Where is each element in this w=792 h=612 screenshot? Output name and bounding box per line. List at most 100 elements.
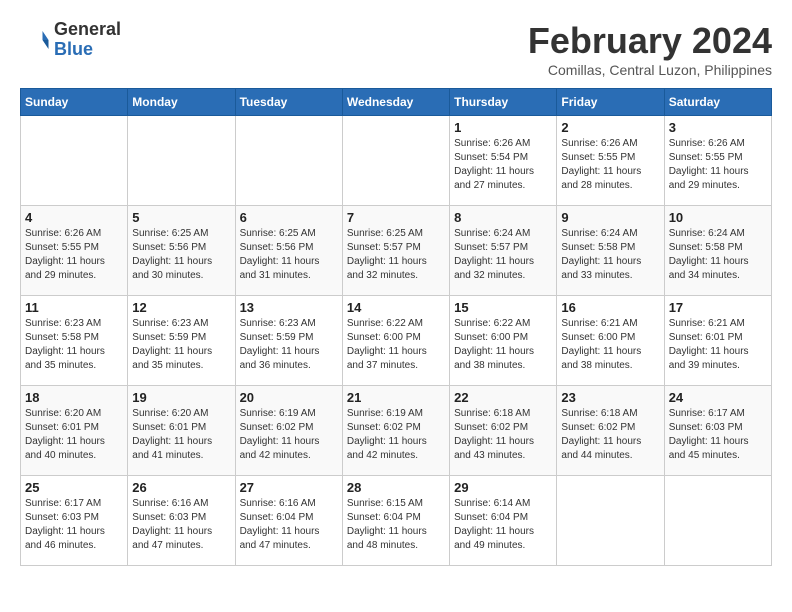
week-row-2: 4 Sunrise: 6:26 AMSunset: 5:55 PMDayligh… bbox=[21, 206, 772, 296]
logo-line2: Blue bbox=[54, 40, 121, 60]
day-detail: Sunrise: 6:22 AMSunset: 6:00 PMDaylight:… bbox=[454, 317, 552, 373]
day-number: 7 bbox=[347, 210, 445, 225]
day-number: 24 bbox=[669, 390, 767, 405]
day-number: 20 bbox=[240, 390, 338, 405]
day-detail: Sunrise: 6:24 AMSunset: 5:57 PMDaylight:… bbox=[454, 227, 552, 283]
calendar-cell: 8 Sunrise: 6:24 AMSunset: 5:57 PMDayligh… bbox=[450, 206, 557, 296]
calendar-cell: 27 Sunrise: 6:16 AMSunset: 6:04 PMDaylig… bbox=[235, 476, 342, 566]
day-detail: Sunrise: 6:23 AMSunset: 5:59 PMDaylight:… bbox=[132, 317, 230, 373]
calendar-cell: 1 Sunrise: 6:26 AMSunset: 5:54 PMDayligh… bbox=[450, 116, 557, 206]
calendar-cell bbox=[235, 116, 342, 206]
day-number: 11 bbox=[25, 300, 123, 315]
col-header-saturday: Saturday bbox=[664, 89, 771, 116]
day-detail: Sunrise: 6:19 AMSunset: 6:02 PMDaylight:… bbox=[347, 407, 445, 463]
page-header: General Blue February 2024 Comillas, Cen… bbox=[20, 20, 772, 78]
day-detail: Sunrise: 6:26 AMSunset: 5:55 PMDaylight:… bbox=[561, 137, 659, 193]
logo-line1: General bbox=[54, 20, 121, 40]
day-number: 23 bbox=[561, 390, 659, 405]
day-number: 1 bbox=[454, 120, 552, 135]
col-header-tuesday: Tuesday bbox=[235, 89, 342, 116]
calendar-table: SundayMondayTuesdayWednesdayThursdayFrid… bbox=[20, 88, 772, 566]
calendar-cell: 21 Sunrise: 6:19 AMSunset: 6:02 PMDaylig… bbox=[342, 386, 449, 476]
calendar-body: 1 Sunrise: 6:26 AMSunset: 5:54 PMDayligh… bbox=[21, 116, 772, 566]
logo-icon bbox=[20, 25, 50, 55]
calendar-cell: 11 Sunrise: 6:23 AMSunset: 5:58 PMDaylig… bbox=[21, 296, 128, 386]
day-number: 8 bbox=[454, 210, 552, 225]
day-number: 9 bbox=[561, 210, 659, 225]
col-header-monday: Monday bbox=[128, 89, 235, 116]
day-number: 16 bbox=[561, 300, 659, 315]
day-detail: Sunrise: 6:21 AMSunset: 6:01 PMDaylight:… bbox=[669, 317, 767, 373]
day-number: 2 bbox=[561, 120, 659, 135]
day-detail: Sunrise: 6:20 AMSunset: 6:01 PMDaylight:… bbox=[25, 407, 123, 463]
day-detail: Sunrise: 6:25 AMSunset: 5:57 PMDaylight:… bbox=[347, 227, 445, 283]
calendar-cell: 16 Sunrise: 6:21 AMSunset: 6:00 PMDaylig… bbox=[557, 296, 664, 386]
location-subtitle: Comillas, Central Luzon, Philippines bbox=[528, 62, 772, 78]
calendar-cell: 7 Sunrise: 6:25 AMSunset: 5:57 PMDayligh… bbox=[342, 206, 449, 296]
calendar-cell: 12 Sunrise: 6:23 AMSunset: 5:59 PMDaylig… bbox=[128, 296, 235, 386]
calendar-cell: 9 Sunrise: 6:24 AMSunset: 5:58 PMDayligh… bbox=[557, 206, 664, 296]
day-number: 28 bbox=[347, 480, 445, 495]
day-detail: Sunrise: 6:14 AMSunset: 6:04 PMDaylight:… bbox=[454, 497, 552, 553]
week-row-5: 25 Sunrise: 6:17 AMSunset: 6:03 PMDaylig… bbox=[21, 476, 772, 566]
day-number: 4 bbox=[25, 210, 123, 225]
calendar-cell bbox=[342, 116, 449, 206]
col-header-wednesday: Wednesday bbox=[342, 89, 449, 116]
col-header-sunday: Sunday bbox=[21, 89, 128, 116]
calendar-cell: 3 Sunrise: 6:26 AMSunset: 5:55 PMDayligh… bbox=[664, 116, 771, 206]
day-detail: Sunrise: 6:26 AMSunset: 5:54 PMDaylight:… bbox=[454, 137, 552, 193]
day-number: 12 bbox=[132, 300, 230, 315]
calendar-cell: 26 Sunrise: 6:16 AMSunset: 6:03 PMDaylig… bbox=[128, 476, 235, 566]
day-number: 19 bbox=[132, 390, 230, 405]
day-detail: Sunrise: 6:19 AMSunset: 6:02 PMDaylight:… bbox=[240, 407, 338, 463]
week-row-4: 18 Sunrise: 6:20 AMSunset: 6:01 PMDaylig… bbox=[21, 386, 772, 476]
day-number: 21 bbox=[347, 390, 445, 405]
calendar-cell bbox=[557, 476, 664, 566]
day-number: 25 bbox=[25, 480, 123, 495]
calendar-cell: 23 Sunrise: 6:18 AMSunset: 6:02 PMDaylig… bbox=[557, 386, 664, 476]
day-number: 6 bbox=[240, 210, 338, 225]
calendar-cell: 2 Sunrise: 6:26 AMSunset: 5:55 PMDayligh… bbox=[557, 116, 664, 206]
day-detail: Sunrise: 6:25 AMSunset: 5:56 PMDaylight:… bbox=[132, 227, 230, 283]
day-detail: Sunrise: 6:16 AMSunset: 6:04 PMDaylight:… bbox=[240, 497, 338, 553]
calendar-cell: 17 Sunrise: 6:21 AMSunset: 6:01 PMDaylig… bbox=[664, 296, 771, 386]
day-detail: Sunrise: 6:23 AMSunset: 5:59 PMDaylight:… bbox=[240, 317, 338, 373]
day-detail: Sunrise: 6:15 AMSunset: 6:04 PMDaylight:… bbox=[347, 497, 445, 553]
calendar-cell bbox=[664, 476, 771, 566]
calendar-cell: 20 Sunrise: 6:19 AMSunset: 6:02 PMDaylig… bbox=[235, 386, 342, 476]
day-number: 10 bbox=[669, 210, 767, 225]
calendar-cell: 5 Sunrise: 6:25 AMSunset: 5:56 PMDayligh… bbox=[128, 206, 235, 296]
day-detail: Sunrise: 6:25 AMSunset: 5:56 PMDaylight:… bbox=[240, 227, 338, 283]
day-number: 13 bbox=[240, 300, 338, 315]
day-detail: Sunrise: 6:18 AMSunset: 6:02 PMDaylight:… bbox=[561, 407, 659, 463]
day-detail: Sunrise: 6:24 AMSunset: 5:58 PMDaylight:… bbox=[561, 227, 659, 283]
calendar-cell: 18 Sunrise: 6:20 AMSunset: 6:01 PMDaylig… bbox=[21, 386, 128, 476]
day-detail: Sunrise: 6:16 AMSunset: 6:03 PMDaylight:… bbox=[132, 497, 230, 553]
day-detail: Sunrise: 6:18 AMSunset: 6:02 PMDaylight:… bbox=[454, 407, 552, 463]
day-number: 27 bbox=[240, 480, 338, 495]
day-detail: Sunrise: 6:22 AMSunset: 6:00 PMDaylight:… bbox=[347, 317, 445, 373]
day-detail: Sunrise: 6:26 AMSunset: 5:55 PMDaylight:… bbox=[25, 227, 123, 283]
calendar-cell bbox=[21, 116, 128, 206]
calendar-cell: 28 Sunrise: 6:15 AMSunset: 6:04 PMDaylig… bbox=[342, 476, 449, 566]
day-number: 22 bbox=[454, 390, 552, 405]
calendar-cell: 6 Sunrise: 6:25 AMSunset: 5:56 PMDayligh… bbox=[235, 206, 342, 296]
day-detail: Sunrise: 6:26 AMSunset: 5:55 PMDaylight:… bbox=[669, 137, 767, 193]
logo-text: General Blue bbox=[54, 20, 121, 60]
calendar-cell: 4 Sunrise: 6:26 AMSunset: 5:55 PMDayligh… bbox=[21, 206, 128, 296]
day-detail: Sunrise: 6:23 AMSunset: 5:58 PMDaylight:… bbox=[25, 317, 123, 373]
day-number: 17 bbox=[669, 300, 767, 315]
calendar-cell: 10 Sunrise: 6:24 AMSunset: 5:58 PMDaylig… bbox=[664, 206, 771, 296]
day-number: 26 bbox=[132, 480, 230, 495]
col-header-friday: Friday bbox=[557, 89, 664, 116]
calendar-cell: 15 Sunrise: 6:22 AMSunset: 6:00 PMDaylig… bbox=[450, 296, 557, 386]
day-number: 14 bbox=[347, 300, 445, 315]
day-detail: Sunrise: 6:21 AMSunset: 6:00 PMDaylight:… bbox=[561, 317, 659, 373]
month-title: February 2024 bbox=[528, 20, 772, 62]
day-number: 18 bbox=[25, 390, 123, 405]
calendar-cell: 25 Sunrise: 6:17 AMSunset: 6:03 PMDaylig… bbox=[21, 476, 128, 566]
week-row-3: 11 Sunrise: 6:23 AMSunset: 5:58 PMDaylig… bbox=[21, 296, 772, 386]
calendar-cell: 22 Sunrise: 6:18 AMSunset: 6:02 PMDaylig… bbox=[450, 386, 557, 476]
day-detail: Sunrise: 6:24 AMSunset: 5:58 PMDaylight:… bbox=[669, 227, 767, 283]
day-detail: Sunrise: 6:20 AMSunset: 6:01 PMDaylight:… bbox=[132, 407, 230, 463]
